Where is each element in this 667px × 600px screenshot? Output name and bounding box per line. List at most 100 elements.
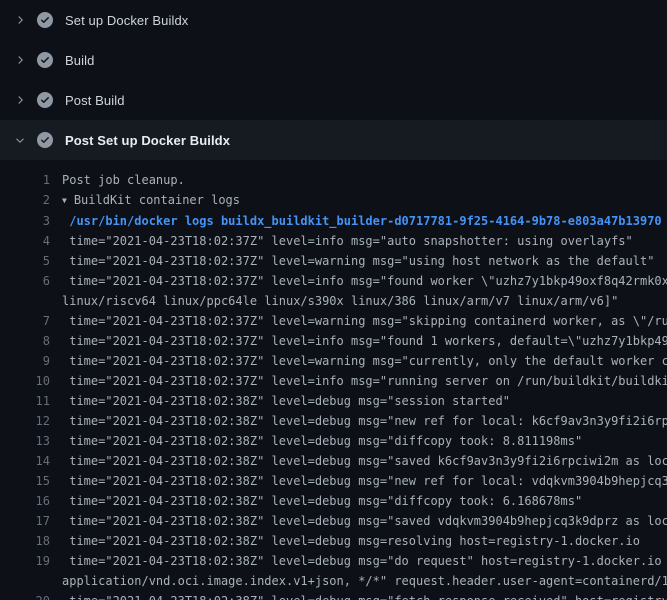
line-number[interactable]: 1	[0, 170, 50, 190]
log-line[interactable]: 2 ▼ BuildKit container logs	[0, 190, 667, 211]
log-line-body: time="2021-04-23T18:02:38Z" level=debug …	[62, 451, 667, 471]
log-text: time="2021-04-23T18:02:37Z" level=warnin…	[62, 254, 654, 268]
log-text: time="2021-04-23T18:02:38Z" level=debug …	[62, 454, 667, 468]
log-line: 6 time="2021-04-23T18:02:37Z" level=info…	[0, 271, 667, 311]
log-line: 3 /usr/bin/docker logs buildx_buildkit_b…	[0, 211, 667, 231]
log-line: 11 time="2021-04-23T18:02:38Z" level=deb…	[0, 391, 667, 411]
step-title: Build	[65, 53, 94, 68]
chevron-icon	[12, 94, 28, 106]
log-text: time="2021-04-23T18:02:37Z" level=info m…	[62, 274, 667, 288]
log-line: 4 time="2021-04-23T18:02:37Z" level=info…	[0, 231, 667, 251]
line-number[interactable]: 18	[0, 531, 50, 551]
log-line: 7 time="2021-04-23T18:02:37Z" level=warn…	[0, 311, 667, 331]
log-line-body: time="2021-04-23T18:02:38Z" level=debug …	[62, 511, 667, 531]
line-number[interactable]: 2	[0, 190, 50, 211]
log-line-body: time="2021-04-23T18:02:38Z" level=debug …	[62, 471, 667, 491]
log-line-body: time="2021-04-23T18:02:38Z" level=debug …	[62, 411, 667, 431]
line-number[interactable]: 14	[0, 451, 50, 471]
log-line-body: time="2021-04-23T18:02:37Z" level=warnin…	[62, 351, 667, 371]
log-text: time="2021-04-23T18:02:38Z" level=debug …	[62, 414, 667, 428]
line-number[interactable]: 16	[0, 491, 50, 511]
log-line: 15 time="2021-04-23T18:02:38Z" level=deb…	[0, 471, 667, 491]
chevron-icon	[12, 54, 28, 66]
log-text: time="2021-04-23T18:02:37Z" level=warnin…	[62, 354, 667, 368]
step-section-header[interactable]: Post Build	[0, 80, 667, 120]
log-text: time="2021-04-23T18:02:38Z" level=debug …	[62, 494, 582, 508]
step-section-header[interactable]: Post Set up Docker Buildx	[0, 120, 667, 160]
log-line-body: time="2021-04-23T18:02:37Z" level=warnin…	[62, 251, 667, 271]
log-text-continuation: linux/riscv64 linux/ppc64le linux/s390x …	[62, 291, 667, 311]
log-line: 14 time="2021-04-23T18:02:38Z" level=deb…	[0, 451, 667, 471]
log-line: 9 time="2021-04-23T18:02:37Z" level=warn…	[0, 351, 667, 371]
log-line-body: time="2021-04-23T18:02:37Z" level=info m…	[62, 371, 667, 391]
line-number[interactable]: 17	[0, 511, 50, 531]
line-number[interactable]: 3	[0, 211, 50, 231]
log-text: time="2021-04-23T18:02:38Z" level=debug …	[62, 514, 667, 528]
line-number[interactable]: 10	[0, 371, 50, 391]
line-number[interactable]: 8	[0, 331, 50, 351]
step-title: Post Build	[65, 93, 125, 108]
log-line: 10 time="2021-04-23T18:02:37Z" level=inf…	[0, 371, 667, 391]
line-number[interactable]: 5	[0, 251, 50, 271]
log-line: 16 time="2021-04-23T18:02:38Z" level=deb…	[0, 491, 667, 511]
line-number[interactable]: 12	[0, 411, 50, 431]
log-text: time="2021-04-23T18:02:38Z" level=debug …	[62, 554, 667, 568]
line-number[interactable]: 20	[0, 591, 50, 600]
check-circle-icon	[37, 92, 53, 108]
line-number[interactable]: 6	[0, 271, 50, 311]
log-line-body: time="2021-04-23T18:02:38Z" level=debug …	[62, 591, 667, 600]
log-text: BuildKit container logs	[74, 193, 240, 207]
log-line: 12 time="2021-04-23T18:02:38Z" level=deb…	[0, 411, 667, 431]
actions-log-viewer: Set up Docker Buildx Build Post Build Po…	[0, 0, 667, 600]
log-line-body: time="2021-04-23T18:02:38Z" level=debug …	[62, 391, 667, 411]
triangle-down-icon[interactable]: ▼	[62, 191, 67, 211]
line-number[interactable]: 15	[0, 471, 50, 491]
log-lines[interactable]: 1 Post job cleanup. 2 ▼ BuildKit containe…	[0, 160, 667, 600]
log-text-continuation: application/vnd.oci.image.index.v1+json,…	[62, 571, 667, 591]
log-line: 20 time="2021-04-23T18:02:38Z" level=deb…	[0, 591, 667, 600]
log-line-body: time="2021-04-23T18:02:38Z" level=debug …	[62, 431, 667, 451]
log-line: 5 time="2021-04-23T18:02:37Z" level=warn…	[0, 251, 667, 271]
step-title: Post Set up Docker Buildx	[65, 133, 230, 148]
check-circle-icon	[37, 12, 53, 28]
log-text: time="2021-04-23T18:02:38Z" level=debug …	[62, 434, 582, 448]
chevron-icon	[12, 14, 28, 26]
log-text: time="2021-04-23T18:02:37Z" level=info m…	[62, 234, 633, 248]
line-number[interactable]: 13	[0, 431, 50, 451]
log-text: time="2021-04-23T18:02:38Z" level=debug …	[62, 534, 640, 548]
log-line-body: time="2021-04-23T18:02:37Z" level=info m…	[62, 271, 667, 311]
log-text: /usr/bin/docker logs buildx_buildkit_bui…	[62, 214, 662, 228]
step-section-header[interactable]: Build	[0, 40, 667, 80]
log-line-body: time="2021-04-23T18:02:37Z" level=warnin…	[62, 311, 667, 331]
log-text: Post job cleanup.	[62, 173, 185, 187]
log-line: 13 time="2021-04-23T18:02:38Z" level=deb…	[0, 431, 667, 451]
log-text: time="2021-04-23T18:02:37Z" level=info m…	[62, 334, 667, 348]
log-line-body: /usr/bin/docker logs buildx_buildkit_bui…	[62, 211, 667, 231]
log-line-body: time="2021-04-23T18:02:38Z" level=debug …	[62, 531, 667, 551]
check-circle-icon	[37, 132, 53, 148]
log-text: time="2021-04-23T18:02:37Z" level=info m…	[62, 374, 667, 388]
chevron-icon	[12, 134, 28, 146]
log-line: 8 time="2021-04-23T18:02:37Z" level=info…	[0, 331, 667, 351]
log-text: time="2021-04-23T18:02:38Z" level=debug …	[62, 594, 667, 600]
log-line: 18 time="2021-04-23T18:02:38Z" level=deb…	[0, 531, 667, 551]
log-line-body: ▼ BuildKit container logs	[62, 190, 667, 211]
log-line-body: time="2021-04-23T18:02:37Z" level=info m…	[62, 331, 667, 351]
line-number[interactable]: 19	[0, 551, 50, 591]
log-line-body: time="2021-04-23T18:02:38Z" level=debug …	[62, 551, 667, 591]
check-circle-icon	[37, 52, 53, 68]
line-number[interactable]: 7	[0, 311, 50, 331]
step-section-header[interactable]: Set up Docker Buildx	[0, 0, 667, 40]
log-line: 17 time="2021-04-23T18:02:38Z" level=deb…	[0, 511, 667, 531]
line-number[interactable]: 4	[0, 231, 50, 251]
log-text: time="2021-04-23T18:02:38Z" level=debug …	[62, 394, 510, 408]
log-text: time="2021-04-23T18:02:38Z" level=debug …	[62, 474, 667, 488]
log-line-body: time="2021-04-23T18:02:38Z" level=debug …	[62, 491, 667, 511]
log-line-body: Post job cleanup.	[62, 170, 667, 190]
line-number[interactable]: 11	[0, 391, 50, 411]
log-text: time="2021-04-23T18:02:37Z" level=warnin…	[62, 314, 667, 328]
log-line: 1 Post job cleanup.	[0, 170, 667, 190]
log-line-body: time="2021-04-23T18:02:37Z" level=info m…	[62, 231, 667, 251]
line-number[interactable]: 9	[0, 351, 50, 371]
step-title: Set up Docker Buildx	[65, 13, 188, 28]
